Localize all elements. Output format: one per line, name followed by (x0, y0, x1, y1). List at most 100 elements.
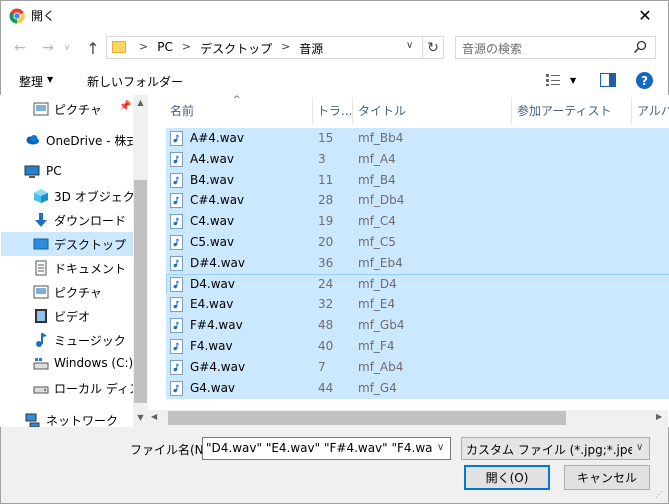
file-title: mf_G4 (358, 380, 397, 395)
file-title: mf_Eb4 (358, 255, 403, 270)
sidebar-item-pictures-quick[interactable]: ピクチャ 📌 (1, 97, 134, 121)
audio-file-icon (170, 380, 183, 396)
table-row[interactable]: E4.wav 32 mf_E4 (166, 294, 669, 316)
filetype-dropdown-icon[interactable]: ∨ (636, 442, 643, 453)
table-row[interactable]: C4.wav 19 mf_C4 (166, 211, 669, 233)
sidebar-item-downloads[interactable]: ダウンロード (1, 208, 134, 232)
file-title: mf_Db4 (358, 193, 405, 208)
preview-pane-icon[interactable] (600, 73, 616, 87)
network-icon (25, 413, 40, 427)
file-track: 24 (318, 276, 334, 291)
folder-icon (112, 41, 126, 53)
column-divider[interactable] (312, 97, 313, 124)
sidebar-item-local-disk[interactable]: ローカル ディスク (1, 376, 148, 400)
audio-file-icon (170, 214, 183, 230)
new-folder-button[interactable]: 新しいフォルダー (87, 73, 183, 90)
pictures-icon (33, 102, 49, 116)
filetype-value[interactable]: カスタム ファイル (*.jpg;*.jpeg;*.gif (466, 441, 632, 458)
refresh-button[interactable]: ↻ (422, 37, 443, 58)
sidebar-item-onedrive[interactable]: OneDrive - 株式 (1, 128, 138, 152)
sidebar-item-videos[interactable]: ビデオ (1, 304, 134, 328)
breadcrumb-pc[interactable]: PC (157, 40, 173, 57)
sidebar-item-label: ピクチャ (54, 103, 102, 117)
column-header-name[interactable]: 名前 (170, 102, 194, 119)
column-divider[interactable] (511, 97, 512, 124)
sidebar-item-3d-objects[interactable]: 3D オブジェクト (1, 184, 147, 208)
sidebar-scrollbar-thumb[interactable] (134, 180, 147, 403)
breadcrumb-current[interactable]: 音源 (299, 40, 323, 57)
table-row[interactable]: D#4.wav 36 mf_Eb4 (166, 252, 669, 274)
view-dropdown-icon[interactable]: ▼ (570, 76, 576, 85)
pin-icon: 📌 (119, 101, 132, 112)
help-icon[interactable]: ? (636, 72, 653, 89)
filename-dropdown-icon[interactable]: ∨ (437, 442, 444, 453)
organize-button[interactable]: 整理 (19, 73, 43, 90)
file-track: 11 (318, 172, 334, 187)
filename-value[interactable]: "D4.wav" "E4.wav" "F#4.wav" "F4.wav" "G# (206, 441, 432, 455)
horizontal-scrollbar-thumb[interactable] (168, 411, 566, 425)
recent-locations-button[interactable]: ∨ (60, 38, 74, 58)
window-title: 開く (31, 9, 56, 23)
resize-grip-icon[interactable]: ⋰ (655, 490, 667, 502)
file-track: 28 (318, 193, 334, 208)
audio-file-icon (170, 255, 183, 271)
sidebar-item-network[interactable]: ネットワーク (1, 408, 134, 427)
search-icon[interactable] (632, 39, 648, 55)
close-button[interactable]: ✕ (622, 0, 668, 31)
sidebar-item-music[interactable]: ミュージック (1, 328, 134, 352)
open-button[interactable]: 開く(O) (464, 465, 550, 490)
cancel-button[interactable]: キャンセル (564, 465, 650, 490)
file-name: C4.wav (190, 214, 235, 229)
table-row[interactable]: C#4.wav 28 mf_Db4 (166, 190, 669, 212)
pc-icon (24, 165, 40, 178)
address-dropdown-icon[interactable]: ∨ (406, 40, 413, 51)
file-name: F#4.wav (190, 318, 243, 333)
scroll-left-icon[interactable]: ◀ (151, 412, 157, 421)
column-header-title[interactable]: タイトル (358, 102, 406, 119)
table-row[interactable]: G4.wav 44 mf_G4 (166, 377, 669, 399)
table-row[interactable]: B4.wav 11 mf_B4 (166, 169, 669, 191)
column-header-artist[interactable]: 参加アーティスト (517, 102, 612, 119)
sidebar-item-label: PC (46, 164, 62, 178)
audio-file-icon (170, 359, 183, 375)
table-row[interactable]: A4.wav 3 mf_A4 (166, 148, 669, 170)
file-track: 7 (318, 359, 326, 374)
table-row[interactable]: C5.wav 20 mf_C5 (166, 232, 669, 253)
table-row[interactable]: G#4.wav 7 mf_Ab4 (166, 356, 669, 378)
column-divider[interactable] (352, 97, 353, 124)
table-row[interactable]: A#4.wav 15 mf_Bb4 (166, 128, 669, 149)
sidebar-item-windows-c[interactable]: Windows (C:) (1, 352, 134, 376)
music-icon (36, 333, 47, 347)
file-title: mf_F4 (358, 339, 395, 353)
onedrive-cloud-icon (26, 135, 39, 145)
table-row[interactable]: F#4.wav 48 mf_Gb4 (166, 315, 669, 337)
back-button[interactable]: ← (10, 38, 30, 58)
download-icon (35, 213, 47, 227)
forward-button[interactable]: → (38, 38, 58, 58)
file-track: 19 (318, 214, 334, 229)
chevron-down-icon[interactable]: ▼ (47, 75, 53, 84)
drive-icon (33, 358, 49, 370)
table-row[interactable]: F4.wav 40 mf_F4 (166, 336, 669, 357)
column-header-album[interactable]: アルバ (637, 102, 669, 119)
scroll-right-icon[interactable]: ▶ (656, 412, 662, 421)
file-name: F4.wav (190, 339, 233, 353)
audio-file-icon (170, 193, 183, 209)
audio-file-icon (170, 276, 183, 292)
sidebar-item-desktop[interactable]: デスクトップ (1, 232, 134, 256)
file-name: C5.wav (190, 235, 235, 249)
pictures-icon (33, 285, 49, 299)
sidebar-item-pictures[interactable]: ピクチャ (1, 280, 134, 304)
sidebar-item-documents[interactable]: ドキュメント (1, 256, 134, 280)
breadcrumb-desktop[interactable]: デスクトップ (200, 40, 272, 57)
column-header-track[interactable]: トラ... (317, 102, 352, 119)
file-name: A4.wav (190, 151, 234, 166)
column-divider[interactable] (631, 97, 632, 124)
scroll-up-icon[interactable]: ▲ (133, 98, 148, 107)
up-folder-button[interactable]: ↑ (83, 38, 103, 58)
sidebar-item-pc[interactable]: PC (1, 160, 134, 184)
table-row[interactable]: D4.wav 24 mf_D4 (166, 273, 669, 295)
sidebar-item-label: ネットワーク (46, 414, 119, 427)
view-details-icon[interactable] (545, 73, 561, 87)
scroll-down-icon[interactable]: ▼ (133, 413, 148, 422)
